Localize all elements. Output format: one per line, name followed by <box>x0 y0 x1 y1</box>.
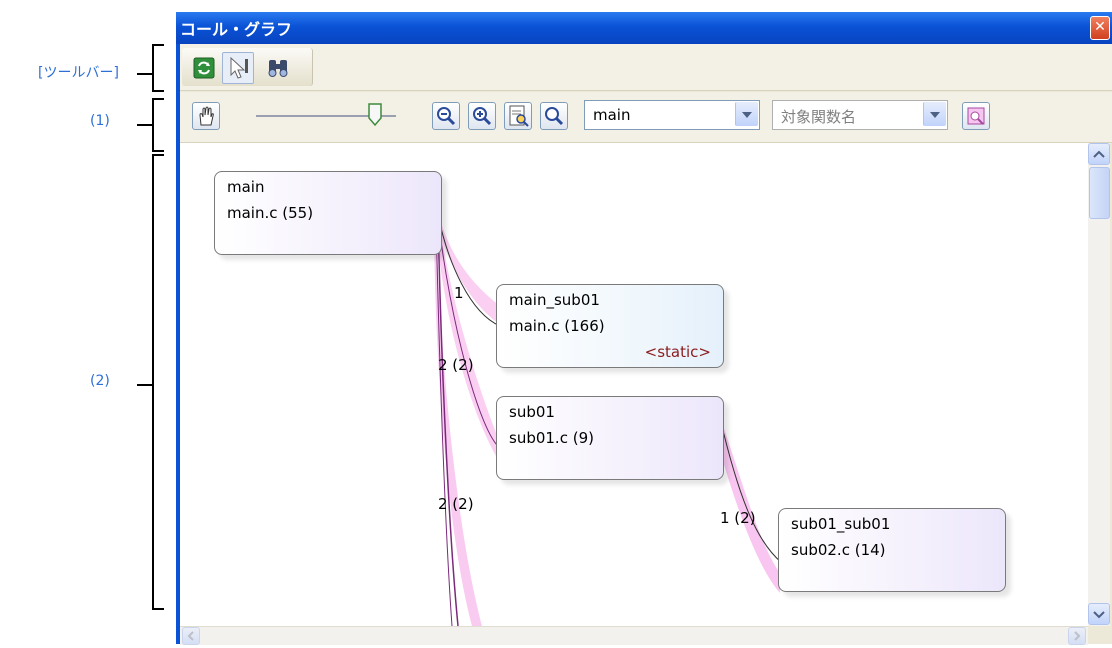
toolbar-annotation: [ツールバー] <box>38 65 119 81</box>
node-function-name: main_sub01 <box>509 291 600 309</box>
refresh-icon <box>193 57 215 79</box>
call-graph-canvas[interactable]: main main.c (55) main_sub01 main.c (166)… <box>180 143 1088 626</box>
vertical-scroll-thumb[interactable] <box>1089 167 1110 219</box>
highlight-button[interactable] <box>962 102 990 130</box>
area2-annotation-tick <box>137 384 153 386</box>
area2-annotation: (2) <box>90 373 110 389</box>
scroll-right-button[interactable] <box>1068 627 1086 645</box>
target-function-placeholder: 対象関数名 <box>781 108 857 126</box>
function-combo-value: main <box>593 106 631 124</box>
toolbar-annotation-tick <box>137 73 153 75</box>
zoom-slider[interactable] <box>256 102 406 128</box>
chevron-right-icon <box>1074 631 1081 641</box>
search-button[interactable] <box>540 102 568 130</box>
client-area: main 対象関数名 main main.c (55) main_sub01 m… <box>180 44 1112 645</box>
graph-controls: main 対象関数名 <box>180 92 1112 143</box>
pan-button[interactable] <box>192 102 220 130</box>
zoom-slider-thumb[interactable] <box>367 102 383 128</box>
edge-label: 2 (2) <box>438 356 474 374</box>
node-file-location: sub02.c (14) <box>791 541 886 559</box>
area1-bracket <box>152 98 164 152</box>
edge-label: 1 <box>454 284 464 302</box>
hand-icon <box>199 106 214 126</box>
graph-node-main-sub01[interactable]: main_sub01 main.c (166) <static> <box>496 284 724 368</box>
binoculars-icon <box>268 60 288 77</box>
toolbar-bracket <box>152 44 164 92</box>
window-title: コール・グラフ <box>180 20 293 39</box>
toolbar <box>180 44 1112 91</box>
chevron-down-icon[interactable] <box>735 102 758 126</box>
cursor-icon <box>230 56 248 79</box>
pointer-toggle-button[interactable] <box>222 52 254 84</box>
title-bar[interactable]: コール・グラフ ✕ <box>176 12 1112 44</box>
vertical-scrollbar[interactable] <box>1088 143 1110 626</box>
zoom-in-icon <box>473 107 492 126</box>
area1-annotation: (1) <box>90 113 110 129</box>
node-file-location: sub01.c (9) <box>509 429 594 447</box>
chevron-left-icon <box>187 631 194 641</box>
find-button[interactable] <box>266 56 290 80</box>
node-function-name: sub01 <box>509 403 555 421</box>
call-graph-window: コール・グラフ ✕ main 対象関数名 main main.c (55) ma… <box>176 12 1112 645</box>
target-function-combo[interactable]: 対象関数名 <box>772 100 948 130</box>
zoom-out-button[interactable] <box>432 102 460 130</box>
node-file-location: main.c (166) <box>509 317 605 335</box>
node-function-name: main <box>227 178 265 196</box>
zoom-in-button[interactable] <box>468 102 496 130</box>
area1-annotation-tick <box>137 124 153 126</box>
function-combo[interactable]: main <box>584 100 760 130</box>
fit-button[interactable] <box>504 102 532 130</box>
area2-bracket <box>152 154 164 610</box>
fit-icon <box>509 105 529 127</box>
graph-node-sub01[interactable]: sub01 sub01.c (9) <box>496 396 724 480</box>
scroll-up-button[interactable] <box>1088 143 1110 165</box>
chevron-up-icon <box>1093 150 1105 158</box>
edge-label: 2 (2) <box>438 495 474 513</box>
refresh-button[interactable] <box>192 56 216 80</box>
node-function-name: sub01_sub01 <box>791 515 891 533</box>
zoom-out-icon <box>437 107 456 126</box>
chevron-down-icon <box>1093 611 1105 619</box>
close-button[interactable]: ✕ <box>1090 16 1110 40</box>
edge-label: 1 (2) <box>720 509 756 527</box>
node-static-tag: <static> <box>644 343 711 361</box>
graph-node-main[interactable]: main main.c (55) <box>214 171 442 255</box>
graph-node-sub01-sub01[interactable]: sub01_sub01 sub02.c (14) <box>778 508 1006 592</box>
search-icon <box>545 107 564 126</box>
chevron-down-icon[interactable] <box>923 102 946 126</box>
toolbar-group <box>182 48 313 86</box>
horizontal-scrollbar[interactable] <box>180 626 1088 645</box>
scroll-down-button[interactable] <box>1088 603 1110 625</box>
node-file-location: main.c (55) <box>227 204 314 222</box>
scroll-left-button[interactable] <box>182 627 200 645</box>
highlight-icon <box>967 107 985 125</box>
